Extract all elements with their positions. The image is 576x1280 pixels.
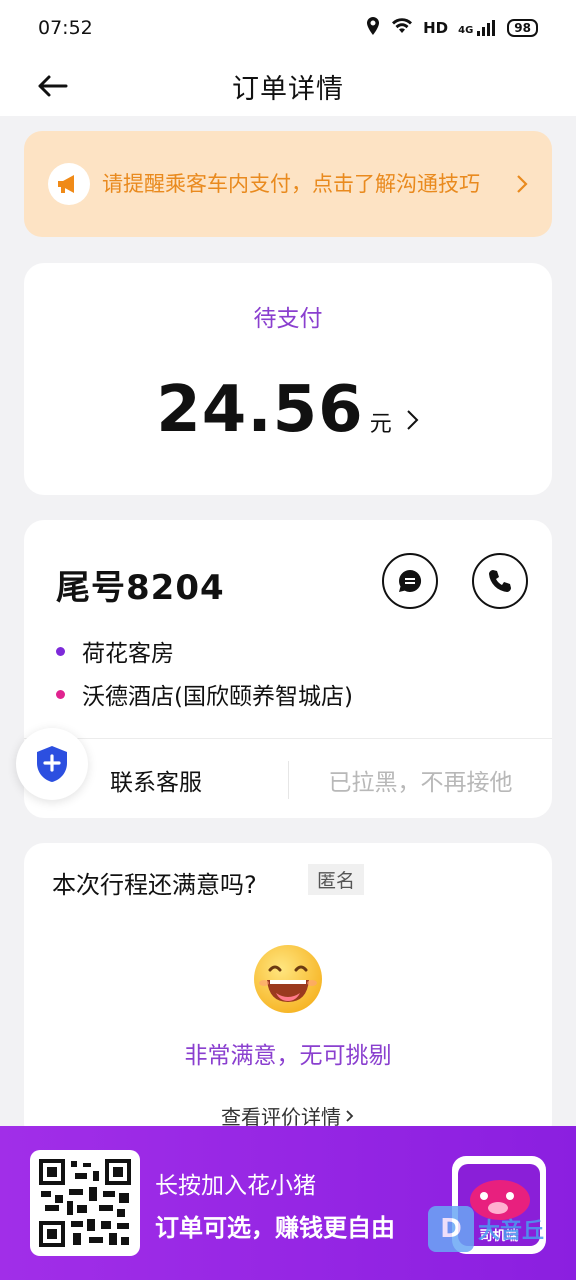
promo-subline: 订单可选，赚钱更自由 [155,1214,395,1242]
signal-label: 4G [458,25,474,36]
megaphone-icon [48,163,90,205]
qr-code[interactable] [30,1150,140,1256]
watermark: D 大音丘 [428,1206,544,1252]
chevron-right-icon [346,1109,354,1122]
rating-card: 本次行程还满意吗? 匿名 非常满意，无可挑剔 查看评价详情 [24,843,552,1143]
currency-unit: 元 [369,412,392,437]
shield-icon [37,746,67,782]
payment-status: 待支付 [253,306,323,332]
payment-card: 待支付 24.56 元 [24,263,552,495]
promo-headline: 长按加入花小猪 [155,1173,316,1199]
status-bar: 07:52 HD 4G 98 [0,0,576,56]
network-label: HD [423,19,449,37]
back-button[interactable] [30,64,74,108]
chevron-right-icon [406,409,420,431]
fare-amount: 24.56 [156,373,364,447]
status-icons: HD 4G 98 [365,16,538,40]
location-icon [365,16,381,40]
anonymous-badge: 匿名 [308,864,365,895]
blacklist-button[interactable]: 已拉黑，不再接他 [289,748,552,812]
pickup-address: 荷花客房 [56,634,174,668]
dropoff-address: 沃德酒店(国欣颐养智城店) [56,677,353,711]
phone-icon [489,570,511,592]
chevron-right-icon [504,174,528,194]
dropoff-text: 沃德酒店(国欣颐养智城店) [82,684,353,710]
pickup-dot [56,646,65,656]
message-button[interactable] [382,553,438,609]
arrow-left-icon [38,75,68,97]
amount-row[interactable]: 24.56 元 [24,373,552,447]
status-time: 07:52 [38,17,93,39]
watermark-logo-icon: D [428,1206,474,1252]
rating-question: 本次行程还满意吗? [52,871,257,899]
call-button[interactable] [472,553,528,609]
banner-text: 请提醒乘客车内支付，点击了解沟通技巧 [102,172,480,196]
watermark-text: 大音丘 [478,1219,545,1244]
grinning-face-icon [252,943,324,1019]
promo-banner[interactable]: 长按加入花小猪 订单可选，赚钱更自由 司机端 [0,1126,576,1280]
passenger-card: 尾号8204 荷花客房 沃德酒店(国欣颐养智城店) 联系客服 已拉黑，不再接他 [24,520,552,818]
rating-result: 非常满意，无可挑剔 [184,1043,392,1069]
signal-icon: 4G [458,20,497,36]
page-title: 订单详情 [232,73,344,105]
chat-icon [399,569,422,592]
header: 订单详情 [0,56,576,116]
pickup-text: 荷花客房 [82,641,174,667]
passenger-tail-number: 尾号8204 [56,568,225,608]
wifi-icon [391,18,413,38]
divider [24,738,552,739]
battery-indicator: 98 [507,19,538,37]
payment-reminder-banner[interactable]: 请提醒乘客车内支付，点击了解沟通技巧 [24,131,552,237]
safety-shield-button[interactable] [16,728,88,800]
dropoff-dot [56,689,65,699]
